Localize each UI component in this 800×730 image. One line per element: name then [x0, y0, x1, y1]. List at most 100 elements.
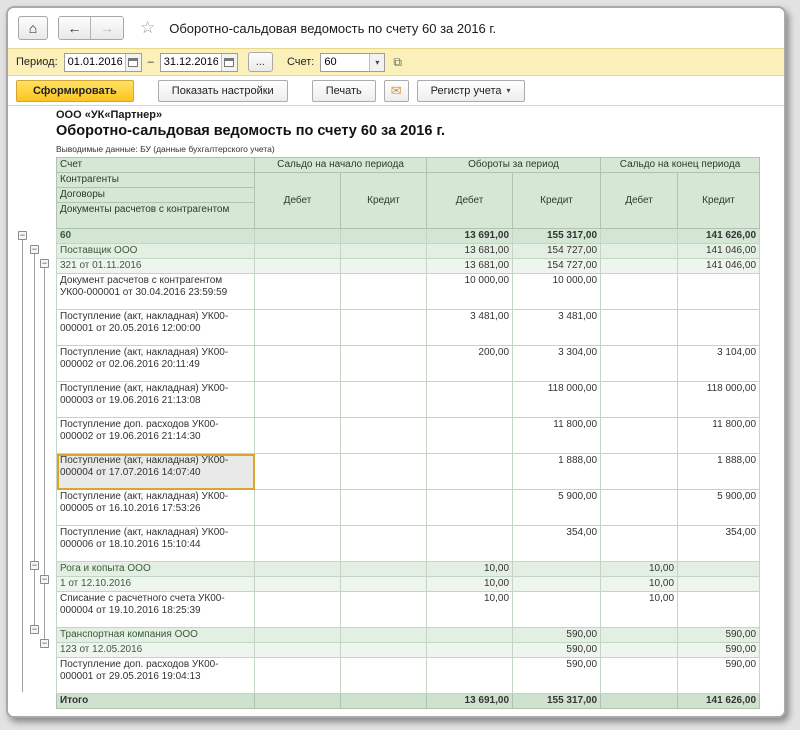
- row-label-cell[interactable]: Документ расчетов с контрагентом УК00-00…: [57, 274, 255, 310]
- amount-cell[interactable]: 590,00: [678, 628, 760, 643]
- amount-cell[interactable]: [341, 658, 427, 694]
- amount-cell[interactable]: [255, 310, 341, 346]
- amount-cell[interactable]: [601, 382, 678, 418]
- row-label-cell[interactable]: Итого: [57, 694, 255, 709]
- date-to-input[interactable]: [161, 56, 221, 68]
- amount-cell[interactable]: [427, 628, 513, 643]
- amount-cell[interactable]: [255, 643, 341, 658]
- amount-cell[interactable]: [255, 592, 341, 628]
- home-button[interactable]: ⌂: [18, 16, 48, 40]
- amount-cell[interactable]: [341, 346, 427, 382]
- amount-cell[interactable]: [341, 382, 427, 418]
- amount-cell[interactable]: 590,00: [678, 658, 760, 694]
- amount-cell[interactable]: [601, 346, 678, 382]
- amount-cell[interactable]: [601, 244, 678, 259]
- amount-cell[interactable]: [255, 259, 341, 274]
- amount-cell[interactable]: 590,00: [513, 658, 601, 694]
- amount-cell[interactable]: [341, 526, 427, 562]
- amount-cell[interactable]: [427, 454, 513, 490]
- row-label-cell[interactable]: Поступление (акт, накладная) УК00-000002…: [57, 346, 255, 382]
- amount-cell[interactable]: 200,00: [427, 346, 513, 382]
- collapse-button[interactable]: −: [18, 231, 27, 240]
- amount-cell[interactable]: [513, 562, 601, 577]
- register-button[interactable]: Регистр учета ▾: [417, 80, 525, 102]
- amount-cell[interactable]: [341, 259, 427, 274]
- amount-cell[interactable]: [427, 643, 513, 658]
- amount-cell[interactable]: 10 000,00: [513, 274, 601, 310]
- amount-cell[interactable]: [255, 658, 341, 694]
- collapse-button[interactable]: −: [40, 575, 49, 584]
- amount-cell[interactable]: [678, 562, 760, 577]
- collapse-button[interactable]: −: [40, 639, 49, 648]
- amount-cell[interactable]: [255, 454, 341, 490]
- amount-cell[interactable]: 10 000,00: [427, 274, 513, 310]
- amount-cell[interactable]: 13 681,00: [427, 244, 513, 259]
- amount-cell[interactable]: 118 000,00: [678, 382, 760, 418]
- forward-button[interactable]: →: [91, 17, 123, 39]
- row-label-cell[interactable]: Списание с расчетного счета УК00-000004 …: [57, 592, 255, 628]
- amount-cell[interactable]: [255, 418, 341, 454]
- amount-cell[interactable]: [427, 418, 513, 454]
- date-from-input[interactable]: [65, 56, 125, 68]
- row-label-cell[interactable]: Транспортная компания ООО: [57, 628, 255, 643]
- amount-cell[interactable]: [601, 643, 678, 658]
- header-counterparties[interactable]: Контрагенты: [57, 173, 255, 188]
- back-button[interactable]: ←: [59, 17, 91, 39]
- amount-cell[interactable]: [601, 310, 678, 346]
- account-dropdown-button[interactable]: ▾: [369, 54, 384, 71]
- date-to-calendar-button[interactable]: [221, 54, 237, 71]
- amount-cell[interactable]: 1 888,00: [513, 454, 601, 490]
- amount-cell[interactable]: [601, 694, 678, 709]
- amount-cell[interactable]: 3 304,00: [513, 346, 601, 382]
- amount-cell[interactable]: [601, 229, 678, 244]
- amount-cell[interactable]: [341, 274, 427, 310]
- amount-cell[interactable]: [341, 628, 427, 643]
- amount-cell[interactable]: [678, 592, 760, 628]
- amount-cell[interactable]: [255, 244, 341, 259]
- amount-cell[interactable]: [427, 658, 513, 694]
- row-label-cell[interactable]: Рога и копыта ООО: [57, 562, 255, 577]
- amount-cell[interactable]: [601, 274, 678, 310]
- amount-cell[interactable]: 13 691,00: [427, 694, 513, 709]
- amount-cell[interactable]: [427, 490, 513, 526]
- amount-cell[interactable]: [341, 229, 427, 244]
- amount-cell[interactable]: [341, 454, 427, 490]
- amount-cell[interactable]: 154 727,00: [513, 259, 601, 274]
- amount-cell[interactable]: [341, 577, 427, 592]
- amount-cell[interactable]: [255, 229, 341, 244]
- header-turnover-credit[interactable]: Кредит: [513, 173, 601, 229]
- amount-cell[interactable]: [601, 259, 678, 274]
- row-label-cell[interactable]: 60: [57, 229, 255, 244]
- amount-cell[interactable]: [601, 418, 678, 454]
- amount-cell[interactable]: 154 727,00: [513, 244, 601, 259]
- amount-cell[interactable]: [678, 577, 760, 592]
- date-from-calendar-button[interactable]: [125, 54, 141, 71]
- amount-cell[interactable]: 354,00: [513, 526, 601, 562]
- amount-cell[interactable]: [678, 274, 760, 310]
- amount-cell[interactable]: [255, 382, 341, 418]
- selected-cell[interactable]: Поступление (акт, накладная) УК00-000004…: [57, 454, 255, 490]
- header-contracts[interactable]: Договоры: [57, 188, 255, 203]
- amount-cell[interactable]: 5 900,00: [513, 490, 601, 526]
- amount-cell[interactable]: 590,00: [513, 643, 601, 658]
- amount-cell[interactable]: 118 000,00: [513, 382, 601, 418]
- amount-cell[interactable]: 11 800,00: [513, 418, 601, 454]
- amount-cell[interactable]: [341, 310, 427, 346]
- amount-cell[interactable]: [601, 526, 678, 562]
- amount-cell[interactable]: [341, 418, 427, 454]
- period-options-button[interactable]: ...: [248, 52, 273, 72]
- header-account[interactable]: Счет: [57, 158, 255, 173]
- collapse-button[interactable]: −: [40, 259, 49, 268]
- amount-cell[interactable]: 141 046,00: [678, 259, 760, 274]
- row-label-cell[interactable]: Поступление доп. расходов УК00-000001 от…: [57, 658, 255, 694]
- header-end-balance[interactable]: Сальдо на конец периода: [601, 158, 760, 173]
- amount-cell[interactable]: [341, 643, 427, 658]
- amount-cell[interactable]: 590,00: [678, 643, 760, 658]
- amount-cell[interactable]: [255, 694, 341, 709]
- amount-cell[interactable]: 141 626,00: [678, 694, 760, 709]
- amount-cell[interactable]: 3 104,00: [678, 346, 760, 382]
- amount-cell[interactable]: 141 626,00: [678, 229, 760, 244]
- amount-cell[interactable]: 13 691,00: [427, 229, 513, 244]
- amount-cell[interactable]: [601, 628, 678, 643]
- row-label-cell[interactable]: 123 от 12.05.2016: [57, 643, 255, 658]
